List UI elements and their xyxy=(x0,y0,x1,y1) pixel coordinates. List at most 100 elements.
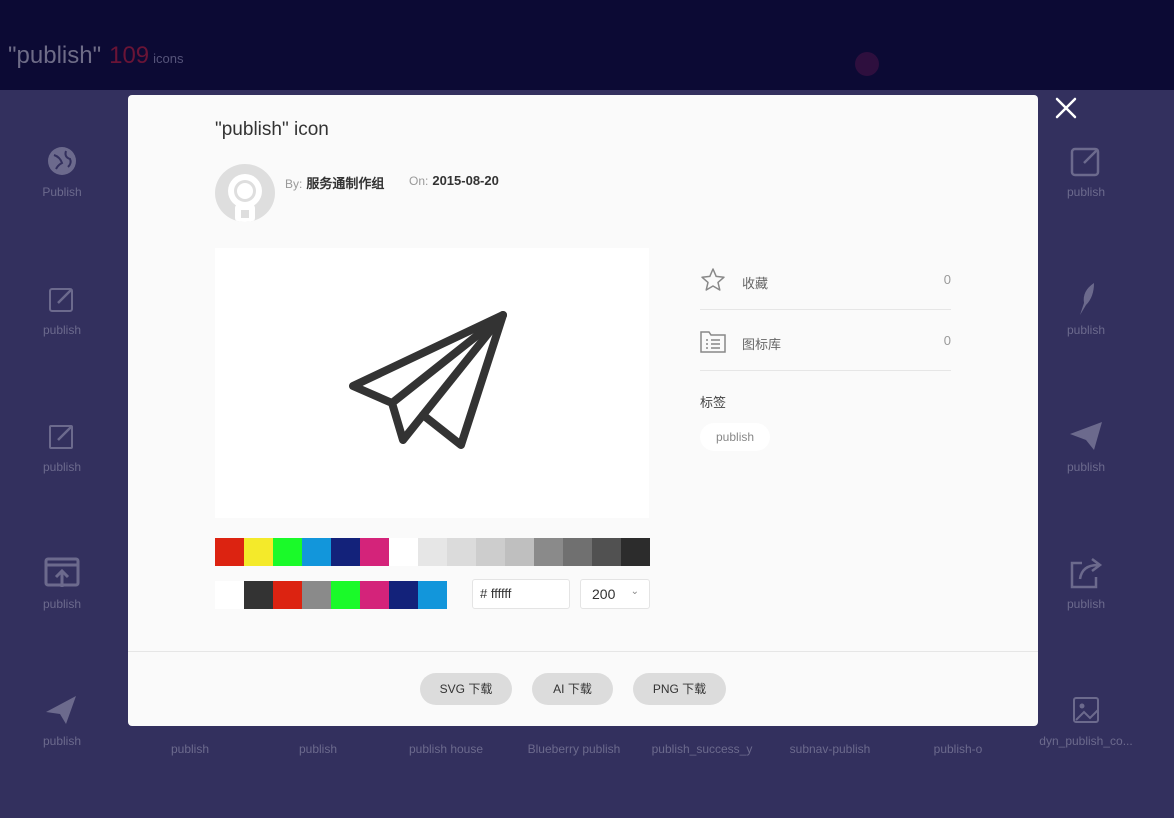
modal-footer: SVG 下载 AI 下载 PNG 下载 xyxy=(128,651,1038,727)
grid-item-bottom-3[interactable]: publish house xyxy=(382,736,510,756)
color-swatch[interactable] xyxy=(389,581,418,609)
color-swatch[interactable] xyxy=(244,538,273,566)
on-label: On: xyxy=(409,174,429,188)
color-swatch[interactable] xyxy=(302,581,331,609)
close-icon[interactable] xyxy=(1052,94,1080,122)
library-row[interactable]: 图标库 0 xyxy=(700,310,951,371)
grid-item-label: dyn_publish_co... xyxy=(1039,734,1133,748)
color-swatch[interactable] xyxy=(302,538,331,566)
grid-item-label: publish xyxy=(170,742,210,756)
edit-square-icon xyxy=(49,288,73,312)
edit-square-icon xyxy=(49,425,73,449)
grid-item-bottom-2[interactable]: publish xyxy=(254,736,382,756)
icon-detail-modal: "publish" icon By: 服务通制作组 On: 2015-08-20 #… xyxy=(128,95,1038,726)
grid-item-label: publish-o xyxy=(933,742,983,756)
svg-download-button[interactable]: SVG 下载 xyxy=(420,673,512,705)
grid-item-label: publish xyxy=(1066,597,1106,611)
grid-item-bottom-7[interactable]: publish-o xyxy=(894,736,1022,756)
share-box-icon xyxy=(1070,558,1103,589)
star-icon[interactable] xyxy=(700,267,726,293)
avatar-dot[interactable] xyxy=(855,52,879,76)
avatar-icon xyxy=(215,164,275,222)
author-meta: By: 服务通制作组 xyxy=(285,173,384,192)
color-swatch[interactable] xyxy=(331,581,360,609)
color-swatch[interactable] xyxy=(360,538,389,566)
grid-item-bottom-5[interactable]: publish_success_y xyxy=(638,736,766,756)
author-avatar[interactable] xyxy=(215,164,275,222)
grid-item-label: publish xyxy=(1066,323,1106,337)
color-swatch[interactable] xyxy=(505,538,534,566)
paper-plane-solid-icon xyxy=(46,696,76,724)
date-meta: On: 2015-08-20 xyxy=(409,173,499,188)
hex-color-input[interactable]: # ffffff xyxy=(472,579,570,609)
size-select[interactable]: 200 ⌄ xyxy=(580,579,650,609)
grid-item-left-4[interactable]: publish xyxy=(0,555,126,611)
result-unit: icons xyxy=(153,51,184,66)
ai-download-button[interactable]: AI 下载 xyxy=(532,673,613,705)
globe-icon xyxy=(48,147,76,175)
color-swatch[interactable] xyxy=(592,538,621,566)
color-swatch[interactable] xyxy=(534,538,563,566)
color-swatch[interactable] xyxy=(331,538,360,566)
size-value: 200 xyxy=(592,586,616,602)
grid-item-label: publish_success_y xyxy=(651,742,753,756)
grid-item-label: publish xyxy=(42,460,82,474)
grid-item-right-4[interactable]: publish xyxy=(1022,555,1150,611)
grid-item-left-2[interactable]: publish xyxy=(0,281,126,337)
color-swatch[interactable] xyxy=(447,538,476,566)
edit-square-icon xyxy=(1070,147,1100,177)
image-frame-icon xyxy=(1073,697,1099,723)
color-swatch[interactable] xyxy=(360,581,389,609)
result-count: 109 xyxy=(109,42,150,69)
color-swatch[interactable] xyxy=(244,581,273,609)
grid-item-right-1[interactable]: publish xyxy=(1022,143,1150,199)
grid-item-left-1[interactable]: Publish xyxy=(0,143,126,199)
grid-item-label: Publish xyxy=(42,185,82,199)
color-swatch[interactable] xyxy=(389,538,418,566)
color-swatch[interactable] xyxy=(621,538,650,566)
preset-color-palette xyxy=(215,538,650,566)
grid-item-label: publish xyxy=(42,323,82,337)
grid-item-right-2[interactable]: publish xyxy=(1022,281,1150,337)
color-swatch[interactable] xyxy=(215,581,244,609)
color-swatch[interactable] xyxy=(273,581,302,609)
grid-item-right-5[interactable]: dyn_publish_co... xyxy=(1022,692,1150,748)
recent-color-palette xyxy=(215,581,447,609)
grid-item-bottom-6[interactable]: subnav-publish xyxy=(766,736,894,756)
grid-item-label: publish xyxy=(1066,185,1106,199)
library-count: 0 xyxy=(943,333,951,348)
grid-item-label: publish house xyxy=(408,742,484,756)
tag-chip[interactable]: publish xyxy=(700,423,771,451)
color-swatch[interactable] xyxy=(418,581,447,609)
grid-item-bottom-1[interactable]: publish xyxy=(126,736,254,756)
color-swatch[interactable] xyxy=(418,538,447,566)
library-label: 图标库 xyxy=(742,337,782,352)
color-swatch[interactable] xyxy=(273,538,302,566)
search-title: "publish" 109 icons xyxy=(8,42,184,70)
color-swatch[interactable] xyxy=(215,538,244,566)
grid-item-bottom-4[interactable]: Blueberry publish xyxy=(510,736,638,756)
upload-date: 2015-08-20 xyxy=(432,173,499,188)
color-swatch[interactable] xyxy=(476,538,505,566)
paper-plane-outline-icon xyxy=(349,311,507,449)
grid-item-label: publish xyxy=(1066,460,1106,474)
folder-list-icon[interactable] xyxy=(700,329,726,353)
by-label: By: xyxy=(285,177,303,191)
grid-item-label: Blueberry publish xyxy=(527,742,621,756)
grid-item-label: publish xyxy=(42,597,82,611)
grid-item-left-3[interactable]: publish xyxy=(0,418,126,474)
icon-preview xyxy=(215,248,649,518)
favorite-label: 收藏 xyxy=(742,276,769,291)
favorite-row[interactable]: 收藏 0 xyxy=(700,249,951,310)
search-query: "publish" xyxy=(8,42,102,69)
grid-item-left-5[interactable]: publish xyxy=(0,692,126,748)
paper-plane-solid-icon xyxy=(1070,422,1102,450)
chevron-down-icon: ⌄ xyxy=(630,586,639,597)
grid-item-label: subnav-publish xyxy=(789,742,871,756)
grid-item-label: publish xyxy=(298,742,338,756)
color-swatch[interactable] xyxy=(563,538,592,566)
tags-title: 标签 xyxy=(700,395,727,410)
png-download-button[interactable]: PNG 下载 xyxy=(633,673,726,705)
grid-item-right-3[interactable]: publish xyxy=(1022,418,1150,474)
author-name[interactable]: 服务通制作组 xyxy=(306,176,384,191)
